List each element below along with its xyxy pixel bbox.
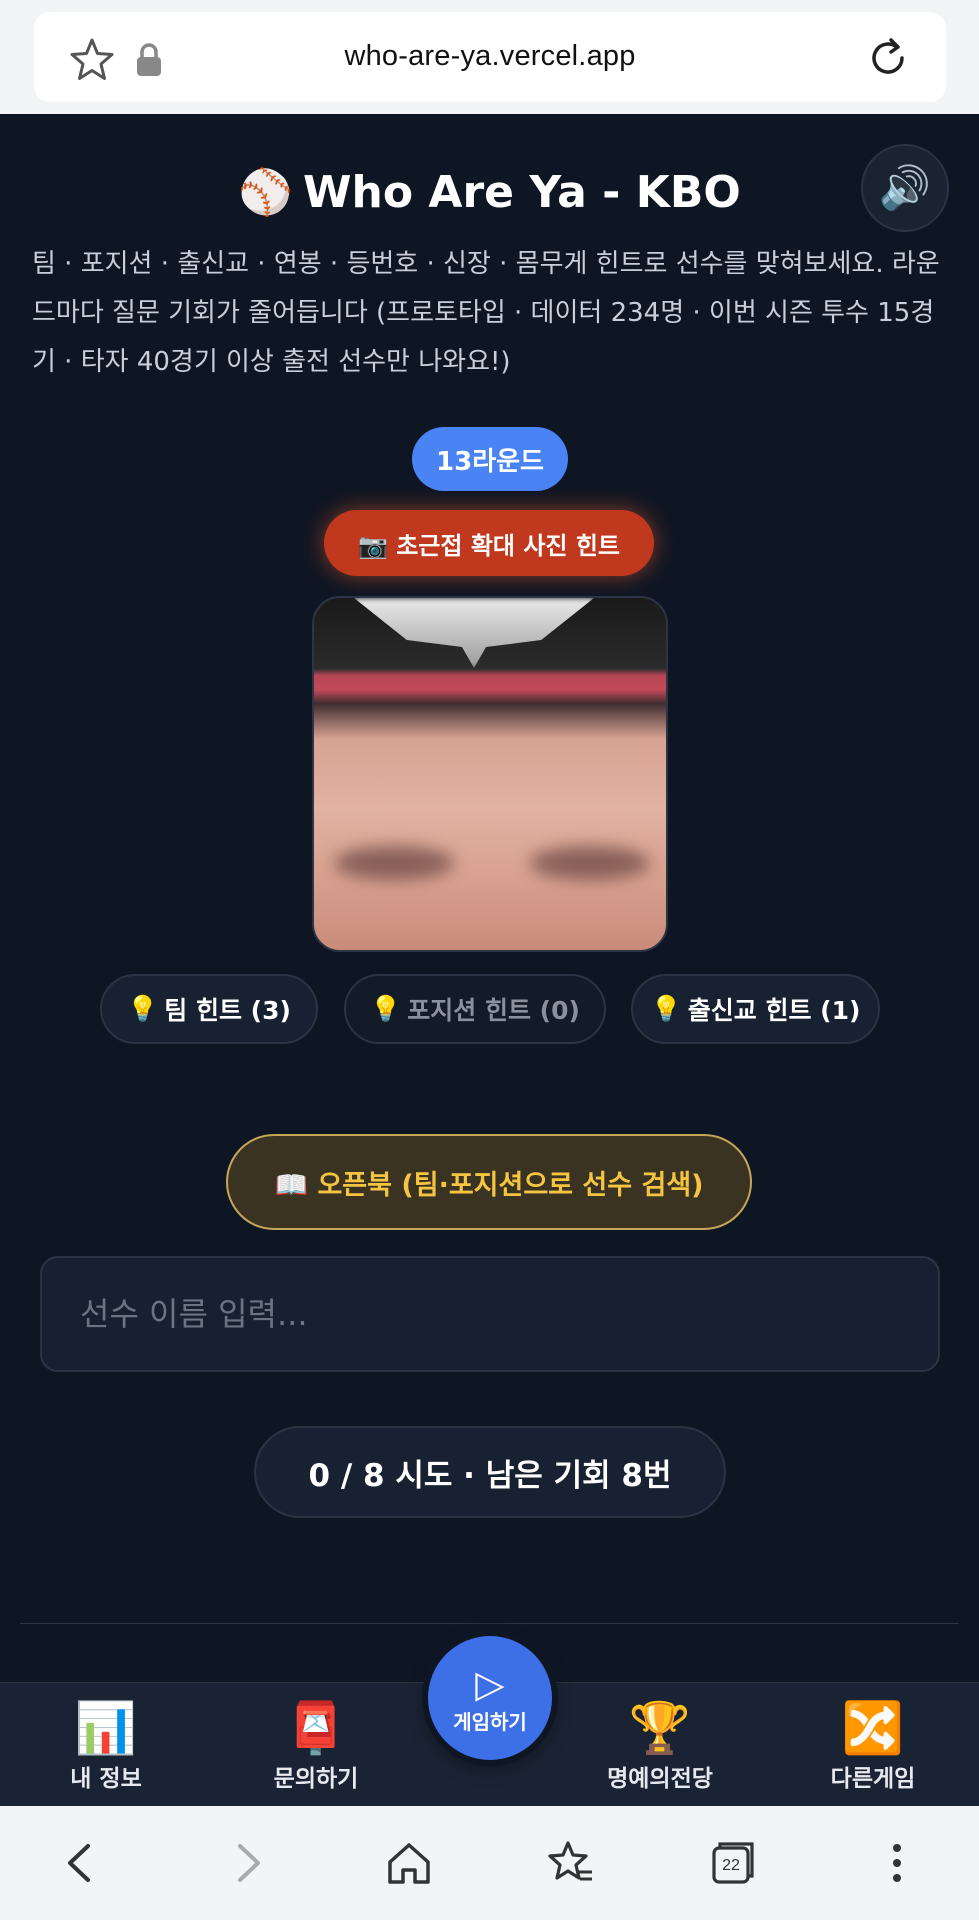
openbook-button[interactable]: 📖 오픈북 (팀·포지션으로 선수 검색) [226, 1134, 752, 1230]
more-options-icon[interactable] [872, 1838, 922, 1888]
position-hint-button[interactable]: 💡 포지션 힌트 (0) [344, 974, 606, 1044]
school-hint-button[interactable]: 💡 출신교 힌트 (1) [631, 974, 880, 1044]
player-closeup-photo [312, 596, 668, 952]
round-badge: 13라운드 [412, 427, 568, 491]
nav-label: 명예의전당 [607, 1766, 713, 1792]
nav-label: 다른게임 [830, 1766, 916, 1792]
home-icon[interactable] [384, 1838, 434, 1888]
trophy-icon: 🏆 [628, 1699, 692, 1757]
nav-other-games[interactable]: 🔀 다른게임 [793, 1699, 953, 1793]
play-game-button[interactable]: ▷ 게임하기 [428, 1636, 552, 1760]
lightbulb-icon: 💡 [127, 994, 159, 1023]
lightbulb-icon: 💡 [370, 994, 402, 1023]
bar-chart-icon: 📊 [74, 1699, 138, 1757]
photo-hint-button[interactable]: 📷 초근접 확대 사진 힌트 [324, 510, 654, 576]
page-title: ⚾ Who Are Ya - KBO [0, 166, 979, 218]
photo-detail [530, 846, 650, 880]
bookmarks-icon[interactable] [546, 1838, 596, 1888]
address-bar[interactable]: who-are-ya.vercel.app [34, 12, 946, 102]
nav-label: 내 정보 [70, 1766, 142, 1792]
game-description: 팀 · 포지션 · 출신교 · 연봉 · 등번호 · 신장 · 몸무게 힌트로 … [32, 249, 940, 377]
cap-logo [354, 598, 594, 668]
baseball-icon: ⚾ [238, 167, 294, 218]
hint-label: 포지션 힌트 (0) [407, 996, 580, 1025]
team-hint-button[interactable]: 💡 팀 힌트 (3) [100, 974, 318, 1044]
browser-bottom-bar: 22 [0, 1806, 979, 1920]
nav-label: 문의하기 [273, 1766, 359, 1792]
play-icon: ▷ [475, 1661, 505, 1706]
nav-contact[interactable]: 📮 문의하기 [236, 1699, 396, 1793]
hint-label: 팀 힌트 (3) [164, 996, 291, 1025]
back-icon[interactable] [56, 1838, 106, 1888]
player-name-input[interactable] [40, 1256, 940, 1372]
nav-hall-of-fame[interactable]: 🏆 명예의전당 [580, 1699, 740, 1793]
url-text: who-are-ya.vercel.app [344, 40, 636, 72]
play-label: 게임하기 [453, 1709, 527, 1734]
postbox-icon: 📮 [284, 1699, 348, 1757]
forward-icon[interactable] [222, 1838, 272, 1888]
tabs-button[interactable]: 22 [708, 1838, 758, 1888]
tab-count: 22 [722, 1857, 740, 1874]
title-text: Who Are Ya - KBO [303, 167, 741, 218]
game-screen: 🔊 ⚾ Who Are Ya - KBO 팀 · 포지션 · 출신교 · 연봉 ·… [0, 114, 979, 1806]
photo-detail [334, 846, 454, 880]
reload-icon[interactable] [864, 34, 912, 82]
nav-my-info[interactable]: 📊 내 정보 [26, 1699, 186, 1793]
attempts-status: 0 / 8 시도 · 남은 기회 8번 [254, 1426, 726, 1518]
divider [20, 1623, 959, 1624]
browser-top-bar: who-are-ya.vercel.app [0, 0, 979, 114]
shuffle-icon: 🔀 [841, 1699, 905, 1757]
hint-label: 출신교 힌트 (1) [687, 996, 861, 1025]
lightbulb-icon: 💡 [650, 994, 682, 1023]
